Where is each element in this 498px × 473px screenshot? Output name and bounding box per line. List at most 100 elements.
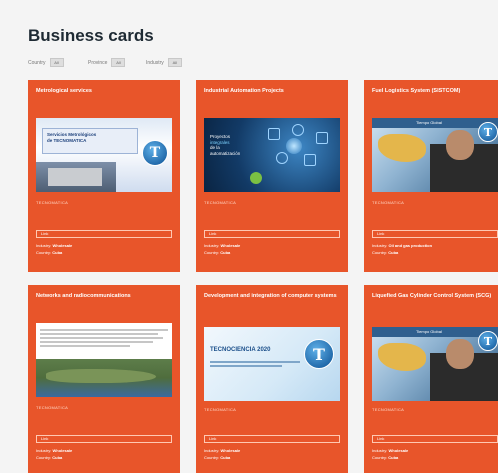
country-value: Cuba <box>220 250 231 255</box>
card-thumbnail[interactable]: Tiempo Global T <box>372 327 498 401</box>
country-value: Cuba <box>220 455 231 460</box>
card-title[interactable]: Industrial Automation Projects <box>204 87 344 95</box>
network-node <box>276 152 288 164</box>
tecnomatica-logo-icon: T <box>142 140 168 166</box>
country-label: Country: <box>204 455 220 460</box>
text-line <box>40 341 153 343</box>
thumbnail-banner-line1: Servicios Metrológicos <box>47 132 97 137</box>
country-label: Country: <box>204 250 220 255</box>
video-header-text: Tiempo Global <box>416 329 442 334</box>
card-thumbnail[interactable] <box>36 323 172 397</box>
filter-country[interactable]: Country All <box>28 58 64 67</box>
country-label: Country: <box>372 250 388 255</box>
tecnomatica-logo-icon: T <box>304 339 334 369</box>
tecnomatica-logo-icon: T <box>478 331 498 351</box>
thumbnail-banner-line2: de TECNOMATICA <box>47 138 87 143</box>
business-card[interactable]: Liquefied Gas Cylinder Control System (S… <box>364 285 498 473</box>
green-badge-icon <box>250 172 262 184</box>
card-meta: Industry: Wholesale Country: Cuba <box>36 242 72 256</box>
country-value: Cuba <box>388 455 399 460</box>
thumbnail-banner: Servicios Metrológicos de TECNOMATICA <box>42 128 138 154</box>
card-title[interactable]: Development and integration of computer … <box>204 292 344 300</box>
card-title[interactable]: Metrological services <box>36 87 176 95</box>
text-line <box>40 329 168 331</box>
card-meta: Industry: Wholesale Country: Cuba <box>204 447 240 461</box>
industry-label: Industry: <box>372 243 388 248</box>
country-label: Country: <box>372 455 388 460</box>
filter-industry-label: Industry <box>146 59 164 66</box>
business-card[interactable]: Industrial Automation Projects Proyectos… <box>196 80 348 272</box>
card-title[interactable]: Fuel Logistics System (SISTCOM) <box>372 87 498 95</box>
thumbnail-text: Proyectos integrales de la automatizació… <box>210 134 240 156</box>
business-card[interactable]: Development and integration of computer … <box>196 285 348 473</box>
business-card[interactable]: Metrological services Servicios Metrológ… <box>28 80 180 272</box>
filter-province-select[interactable]: All <box>111 58 126 67</box>
card-meta: Industry: Oil and gas production Country… <box>372 242 432 256</box>
card-company: TECNOMATICA <box>372 407 405 412</box>
card-meta: Industry: Wholesale Country: Cuba <box>36 447 72 461</box>
industry-value: Oil and gas production <box>388 243 433 248</box>
industry-label: Industry: <box>204 448 220 453</box>
business-card[interactable]: Networks and radiocommunications TECNOMA… <box>28 285 180 473</box>
industry-label: Industry: <box>372 448 388 453</box>
country-label: Country: <box>36 455 52 460</box>
card-thumbnail[interactable]: TECNOCIENCIA 2020 T <box>204 327 340 401</box>
document-text <box>40 327 168 357</box>
text-line <box>40 345 130 347</box>
filter-industry[interactable]: Industry All <box>146 58 182 67</box>
card-company: TECNOMATICA <box>204 200 237 205</box>
card-company: TECNOMATICA <box>204 407 237 412</box>
card-link-tag[interactable]: Link <box>204 230 340 238</box>
industry-value: Wholesale <box>52 243 73 248</box>
industry-value: Wholesale <box>220 448 241 453</box>
card-meta: Industry: Wholesale Country: Cuba <box>204 242 240 256</box>
filter-province-label: Province <box>88 59 108 66</box>
card-company: TECNOMATICA <box>372 200 405 205</box>
island-shape <box>46 369 156 383</box>
text-line <box>210 365 282 367</box>
text-line <box>210 361 300 363</box>
card-company: TECNOMATICA <box>36 200 69 205</box>
card-thumbnail[interactable]: Tiempo Global T <box>372 118 498 192</box>
country-value: Cuba <box>52 250 63 255</box>
card-thumbnail[interactable]: Proyectos integrales de la automatizació… <box>204 118 340 192</box>
network-node <box>292 124 304 136</box>
card-link-tag[interactable]: Link <box>204 435 340 443</box>
network-hub <box>286 138 302 154</box>
card-link-tag[interactable]: Link <box>372 435 498 443</box>
business-card[interactable]: Fuel Logistics System (SISTCOM) Tiempo G… <box>364 80 498 272</box>
filter-industry-select[interactable]: All <box>167 58 182 67</box>
country-value: Cuba <box>52 455 63 460</box>
industry-value: Wholesale <box>220 243 241 248</box>
thumbnail-heading: TECNOCIENCIA 2020 <box>210 347 271 353</box>
country-value: Cuba <box>388 250 399 255</box>
text-line <box>40 337 163 339</box>
card-title[interactable]: Networks and radiocommunications <box>36 292 176 300</box>
card-company: TECNOMATICA <box>36 405 69 410</box>
thumbnail-text-line4: automatización <box>210 150 241 156</box>
card-meta: Industry: Wholesale Country: Cuba <box>372 447 408 461</box>
network-node <box>316 132 328 144</box>
card-link-tag[interactable]: Link <box>36 230 172 238</box>
network-graphic <box>262 124 334 182</box>
building-facade <box>48 168 102 186</box>
industry-value: Wholesale <box>388 448 409 453</box>
card-link-tag[interactable]: Link <box>36 435 172 443</box>
card-thumbnail[interactable]: Servicios Metrológicos de TECNOMATICA T <box>36 118 172 192</box>
industry-label: Industry: <box>36 448 52 453</box>
filter-country-select[interactable]: All <box>49 58 64 67</box>
industry-label: Industry: <box>36 243 52 248</box>
country-label: Country: <box>36 250 52 255</box>
card-link-tag[interactable]: Link <box>372 230 498 238</box>
page-title: Business cards <box>28 26 154 45</box>
filter-province[interactable]: Province All <box>88 58 126 67</box>
thumbnail-subtext <box>210 359 300 369</box>
card-title[interactable]: Liquefied Gas Cylinder Control System (S… <box>372 292 498 300</box>
filter-country-label: Country <box>28 59 46 66</box>
video-header-text: Tiempo Global <box>416 120 442 125</box>
industry-value: Wholesale <box>52 448 73 453</box>
industry-label: Industry: <box>204 243 220 248</box>
network-node <box>304 154 316 166</box>
tecnomatica-logo-icon: T <box>478 122 498 142</box>
presenter-head <box>446 130 474 160</box>
